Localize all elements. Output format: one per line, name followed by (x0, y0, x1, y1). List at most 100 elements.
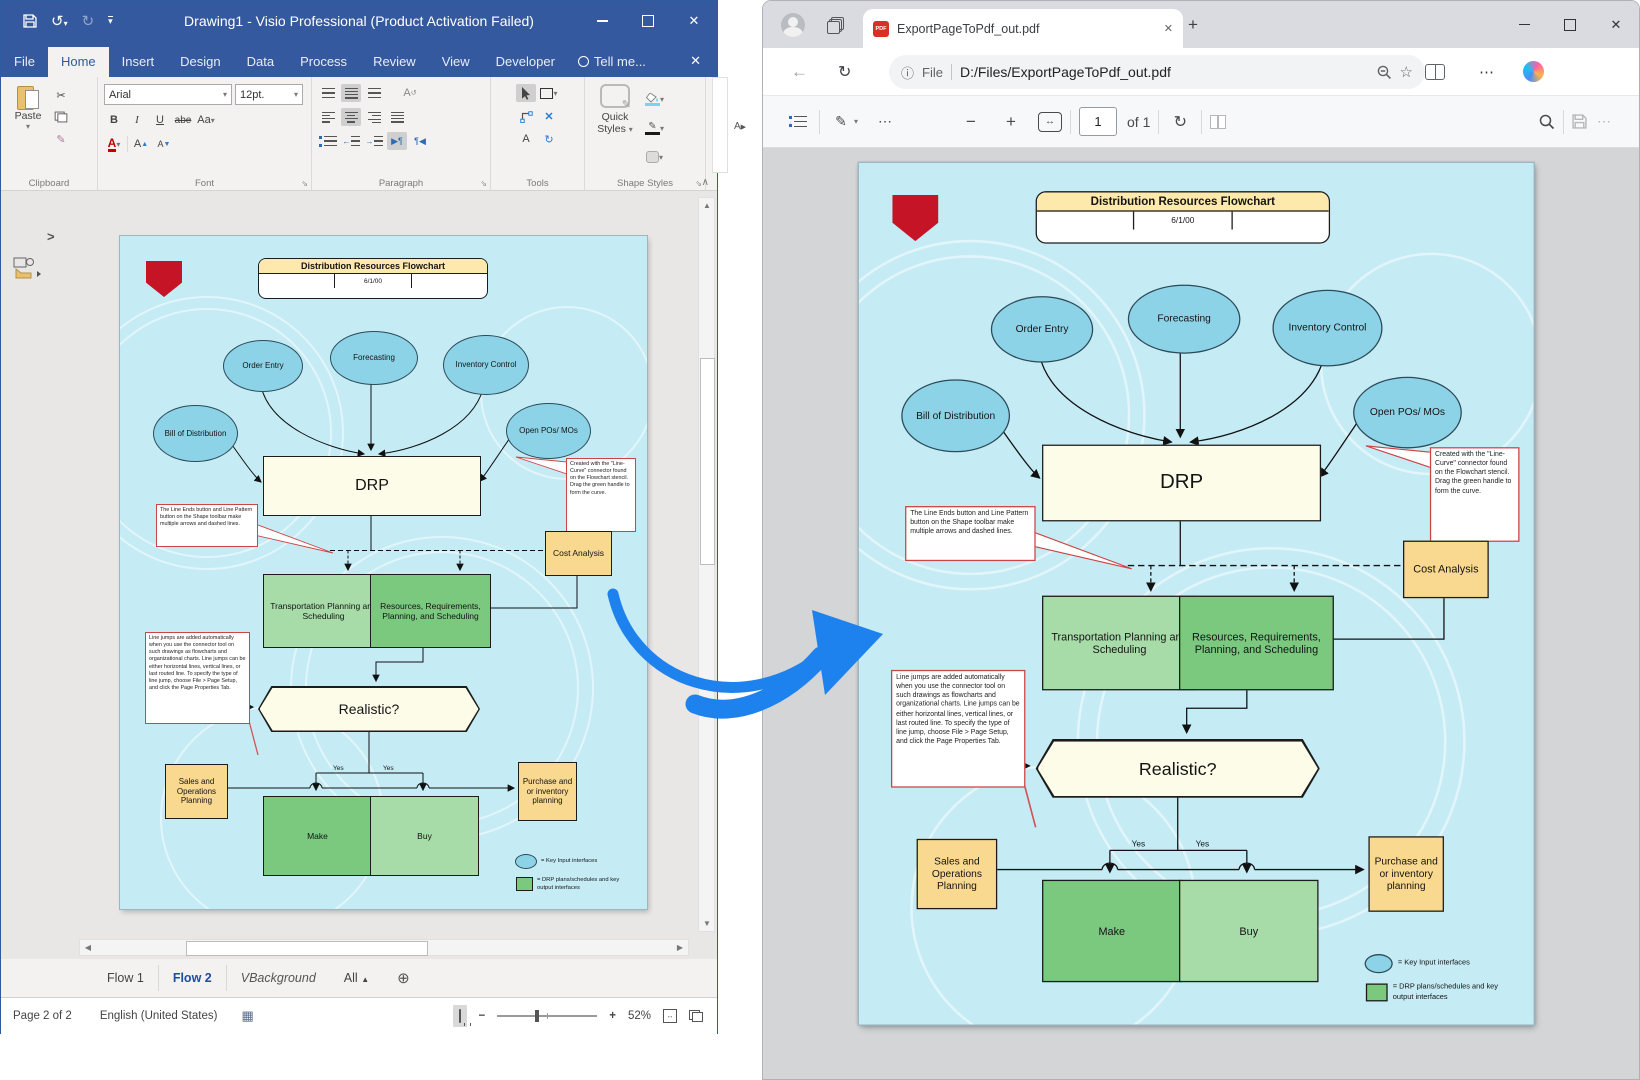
visio-canvas[interactable]: > (1, 191, 717, 959)
pointer-tool-icon[interactable] (516, 84, 536, 102)
connector-tool-icon[interactable] (516, 107, 536, 125)
vertical-scroll-thumb[interactable] (700, 358, 715, 565)
callout-line-curve[interactable]: Created with the "Line-Curve" connector … (566, 458, 636, 532)
pdf-zoom-out-icon[interactable]: − (958, 109, 984, 135)
zoom-slider[interactable] (497, 1015, 597, 1017)
zoom-out-icon[interactable]: − (479, 1010, 486, 1022)
pen-options-icon[interactable]: ▾ (854, 117, 858, 126)
pdf-more-icon[interactable]: ⋯ (1591, 109, 1617, 135)
close-button[interactable]: ✕ (671, 1, 717, 41)
draw-pen-icon[interactable]: ✎ (828, 109, 854, 135)
rtl-direction-icon[interactable]: ¶◀ (410, 132, 430, 150)
shape-open-pos-mos[interactable]: Open POs/ MOs (506, 403, 591, 459)
callout-line-ends[interactable]: The Line Ends button and Line Pattern bu… (156, 504, 258, 547)
pdf-viewer[interactable]: Distribution Resources Flowchart 6/1/00 … (763, 148, 1639, 1080)
maximize-button[interactable] (1547, 1, 1593, 48)
shape-inventory-control[interactable]: Inventory Control (443, 335, 529, 395)
callout-line-curve[interactable]: Created with the "Line-Curve" connector … (1430, 447, 1520, 542)
shape-make[interactable]: Make (1042, 880, 1182, 982)
callout-line-ends[interactable]: The Line Ends button and Line Pattern bu… (905, 506, 1036, 561)
add-page-icon[interactable]: ⊕ (383, 963, 424, 993)
zoom-slider-thumb[interactable] (535, 1010, 539, 1022)
paste-button[interactable]: Paste▾ (5, 82, 51, 174)
shape-realistic[interactable]: Realistic? (258, 686, 480, 732)
pdf-page[interactable]: Distribution Resources Flowchart 6/1/00 … (859, 163, 1534, 1024)
page-tab-flow1[interactable]: Flow 1 (93, 965, 159, 991)
visio-drawing-page[interactable]: Distribution Resources Flowchart 6/1/00 … (120, 236, 647, 909)
tab-insert[interactable]: Insert (109, 47, 168, 77)
align-right-icon[interactable] (364, 108, 384, 126)
settings-more-icon[interactable]: ⋯ (1479, 63, 1494, 81)
tab-stacks-icon[interactable] (827, 17, 844, 32)
format-painter-icon[interactable]: ✎ (51, 130, 71, 148)
ribbon-scroll-right-icon[interactable]: A▶ (734, 121, 746, 132)
shape-bill-of-distribution[interactable]: Bill of Distribution (153, 405, 238, 462)
split-screen-icon[interactable] (1425, 64, 1445, 80)
tab-review[interactable]: Review (360, 47, 429, 77)
info-icon[interactable]: ⓘ (901, 63, 914, 82)
shape-realistic[interactable]: Realistic? (1036, 739, 1320, 798)
zoom-in-icon[interactable]: + (609, 1010, 616, 1022)
cut-icon[interactable]: ✂ (51, 86, 71, 104)
vertical-scrollbar[interactable]: ▲ ▼ (698, 197, 715, 932)
url-text[interactable]: D:/Files/ExportPageToPdf_out.pdf (960, 64, 1369, 80)
shape-sales-operations[interactable]: Sales and Operations Planning (917, 839, 998, 909)
tab-design[interactable]: Design (167, 47, 233, 77)
shape-purchase[interactable]: Purchase and or inventory planning (518, 762, 577, 821)
scroll-right-icon[interactable]: ▶ (672, 943, 688, 952)
minimize-button[interactable] (1501, 1, 1547, 48)
shape-open-pos-mos[interactable]: Open POs/ MOs (1353, 377, 1462, 449)
search-icon[interactable] (1539, 114, 1555, 130)
strikethrough-button[interactable]: abe (173, 111, 193, 129)
profile-avatar[interactable] (781, 13, 805, 37)
shape-order-entry[interactable]: Order Entry (223, 340, 303, 392)
underline-button[interactable]: U (150, 111, 170, 129)
decrease-indent-icon[interactable]: ← (341, 132, 361, 150)
macro-record-icon[interactable]: ▦ (241, 1008, 253, 1024)
horizontal-scroll-thumb[interactable] (186, 941, 428, 956)
shape-cost-analysis[interactable]: Cost Analysis (545, 531, 612, 576)
copilot-icon[interactable] (1523, 61, 1544, 82)
effects-icon[interactable]: ▾ (645, 148, 665, 166)
tab-file[interactable]: File (1, 47, 48, 77)
align-left-icon[interactable] (318, 108, 338, 126)
bullets-icon[interactable] (318, 132, 338, 150)
align-top-icon[interactable] (318, 84, 338, 102)
back-icon[interactable]: ← (791, 62, 808, 82)
change-case-button[interactable]: Aa▾ (196, 111, 216, 129)
flowchart-page[interactable]: Distribution Resources Flowchart 6/1/00 … (120, 236, 647, 909)
align-middle-icon[interactable] (341, 84, 361, 102)
fit-page-icon[interactable]: ↔ (663, 1009, 677, 1023)
shape-bill-of-distribution[interactable]: Bill of Distribution (901, 379, 1010, 452)
shape-sales-operations[interactable]: Sales and Operations Planning (165, 764, 228, 819)
shapes-panel-expand-icon[interactable]: > (47, 229, 55, 244)
connection-point-tool-icon[interactable]: ✕ (539, 107, 559, 125)
shape-resources[interactable]: Resources, Requirements, Planning, and S… (1179, 596, 1334, 691)
rotate-icon[interactable]: ↻ (1167, 109, 1193, 135)
fit-to-width-icon[interactable]: ↔ (1038, 112, 1062, 132)
tab-home[interactable]: Home (48, 47, 109, 77)
minimize-button[interactable] (579, 1, 625, 41)
tab-view[interactable]: View (429, 47, 483, 77)
callout-line-jumps[interactable]: Line jumps are added automatically when … (891, 670, 1025, 788)
grow-font-button[interactable]: A▲ (131, 135, 151, 153)
switch-windows-icon[interactable] (689, 1010, 703, 1022)
shape-inventory-control[interactable]: Inventory Control (1272, 290, 1382, 367)
title-block[interactable]: Distribution Resources Flowchart 6/1/00 (1036, 191, 1330, 243)
page-view-icon[interactable] (1210, 115, 1226, 128)
shape-forecasting[interactable]: Forecasting (330, 331, 418, 385)
zoom-level[interactable]: 52% (628, 1010, 651, 1022)
new-tab-icon[interactable]: + (1188, 15, 1198, 35)
ltr-direction-icon[interactable]: ▶¶ (387, 132, 407, 150)
font-color-button[interactable]: A▾ (104, 135, 124, 153)
italic-button[interactable]: I (127, 111, 147, 129)
shape-order-entry[interactable]: Order Entry (991, 296, 1093, 363)
shape-purchase[interactable]: Purchase and or inventory planning (1368, 836, 1444, 912)
font-size-select[interactable]: 12pt.▾ (235, 84, 303, 105)
flowchart-page[interactable]: Distribution Resources Flowchart 6/1/00 … (859, 163, 1534, 1024)
shrink-font-button[interactable]: A▼ (154, 135, 174, 153)
align-center-icon[interactable] (341, 108, 361, 126)
font-name-select[interactable]: Arial▾ (104, 84, 232, 105)
page-tab-all[interactable]: All ▲ (330, 965, 383, 991)
maximize-button[interactable] (625, 1, 671, 41)
